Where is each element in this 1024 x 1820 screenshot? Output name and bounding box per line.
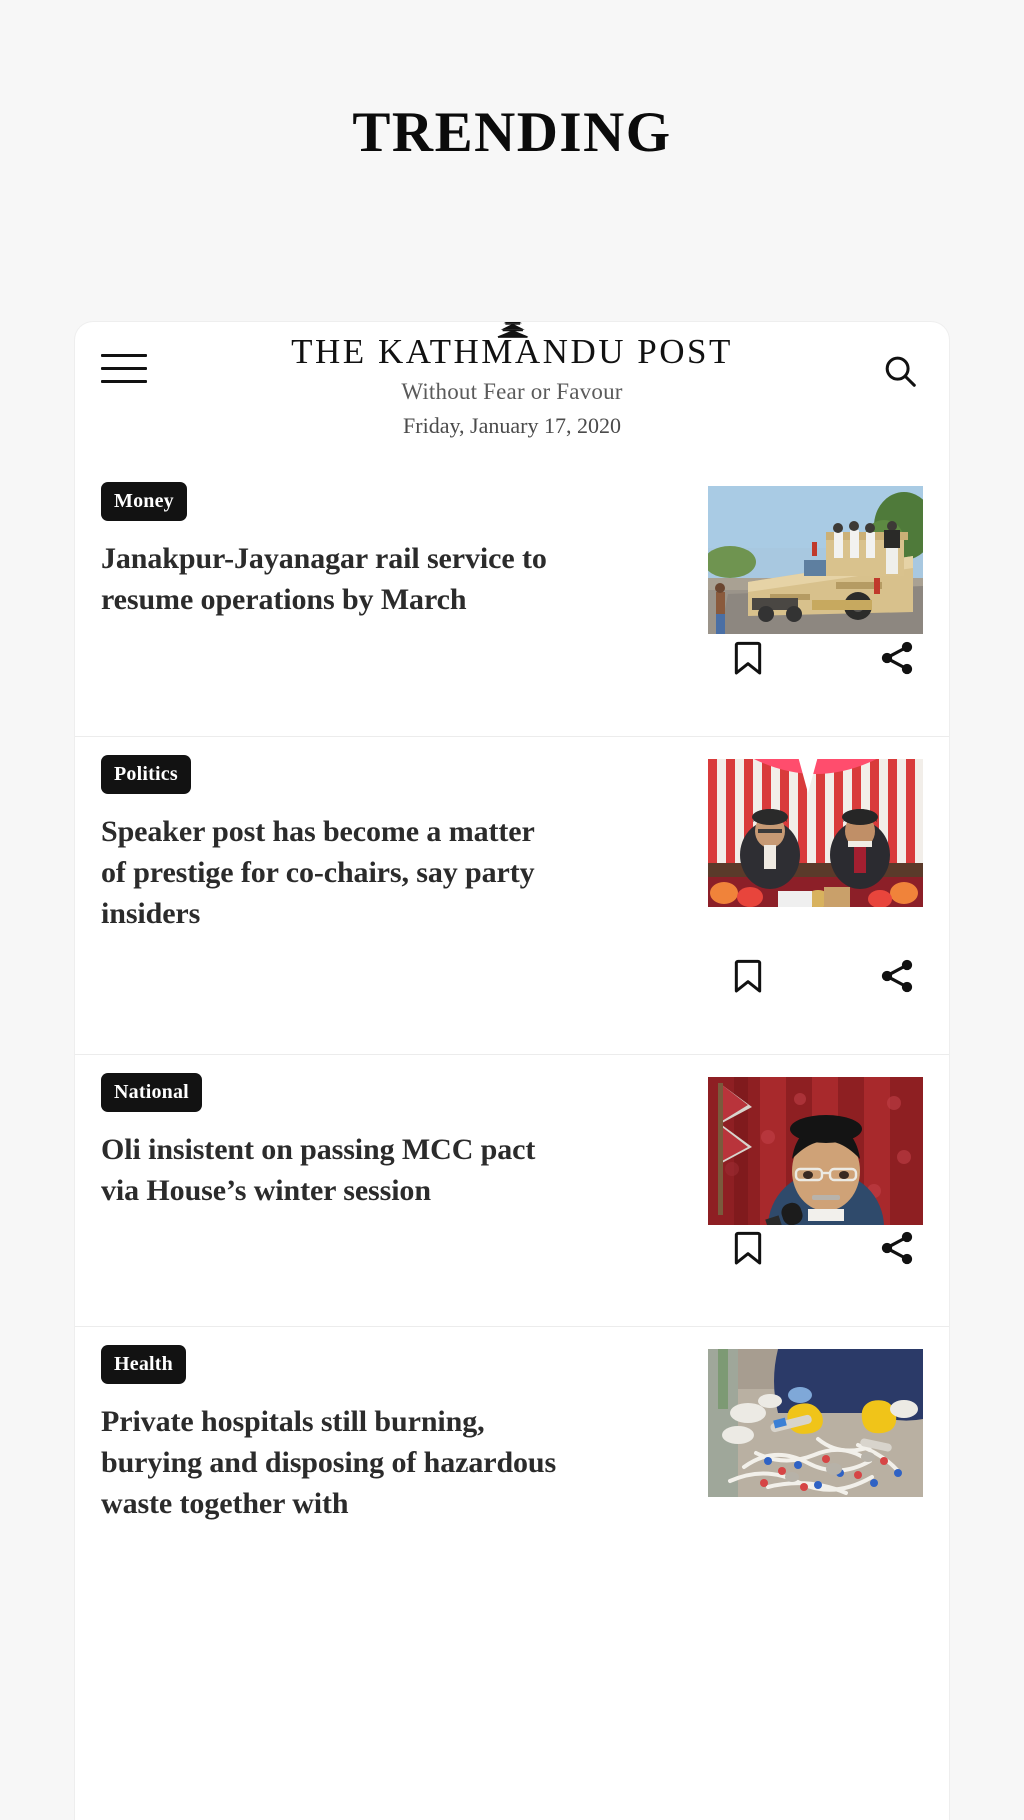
site-logo[interactable]: THE KATHMANDU POST <box>291 322 733 371</box>
article-thumbnail[interactable] <box>708 486 923 634</box>
category-badge[interactable]: Politics <box>101 755 191 794</box>
article-thumbnail[interactable] <box>708 1077 923 1225</box>
app-card: THE KATHMANDU POST Without Fear or Favou… <box>75 322 949 1820</box>
article-row[interactable]: Money Janakpur-Jayanagar rail service to… <box>75 464 949 736</box>
category-badge[interactable]: Money <box>101 482 187 521</box>
article-row[interactable]: National Oli insistent on passing MCC pa… <box>75 1054 949 1326</box>
page-title: TRENDING <box>352 101 672 164</box>
bookmark-icon[interactable] <box>728 1228 768 1268</box>
category-badge[interactable]: National <box>101 1073 202 1112</box>
share-icon[interactable] <box>877 1228 917 1268</box>
trending-page: TRENDING THE KATHMANDU POST Without Fear… <box>0 0 1024 1820</box>
share-icon[interactable] <box>877 638 917 678</box>
article-thumbnail[interactable] <box>708 1349 923 1497</box>
article-headline[interactable]: Oli insistent on passing MCC pact via Ho… <box>101 1129 556 1211</box>
article-actions <box>708 638 923 678</box>
share-icon[interactable] <box>877 956 917 996</box>
category-badge[interactable]: Health <box>101 1345 186 1384</box>
bookmark-icon[interactable] <box>728 956 768 996</box>
article-row[interactable]: Health Private hospitals still burning, … <box>75 1326 949 1644</box>
date-stamp: Friday, January 17, 2020 <box>403 413 621 438</box>
article-headline[interactable]: Private hospitals still burning, burying… <box>101 1401 566 1524</box>
site-tagline: Without Fear or Favour <box>401 379 623 404</box>
bookmark-icon[interactable] <box>728 638 768 678</box>
article-headline[interactable]: Janakpur-Jayanagar rail service to resum… <box>101 538 556 620</box>
search-icon[interactable] <box>881 352 919 390</box>
article-headline[interactable]: Speaker post has become a matter of pres… <box>101 811 566 934</box>
article-actions <box>708 1228 923 1268</box>
article-row[interactable]: Politics Speaker post has become a matte… <box>75 736 949 1054</box>
article-list: Money Janakpur-Jayanagar rail service to… <box>75 464 949 1644</box>
article-thumbnail[interactable] <box>708 759 923 907</box>
article-actions <box>708 956 923 996</box>
site-logo-text: THE KATHMANDU POST <box>291 332 733 371</box>
pagoda-icon <box>497 322 529 338</box>
masthead[interactable]: THE KATHMANDU POST Without Fear or Favou… <box>75 322 949 439</box>
app-header: THE KATHMANDU POST Without Fear or Favou… <box>75 322 949 464</box>
